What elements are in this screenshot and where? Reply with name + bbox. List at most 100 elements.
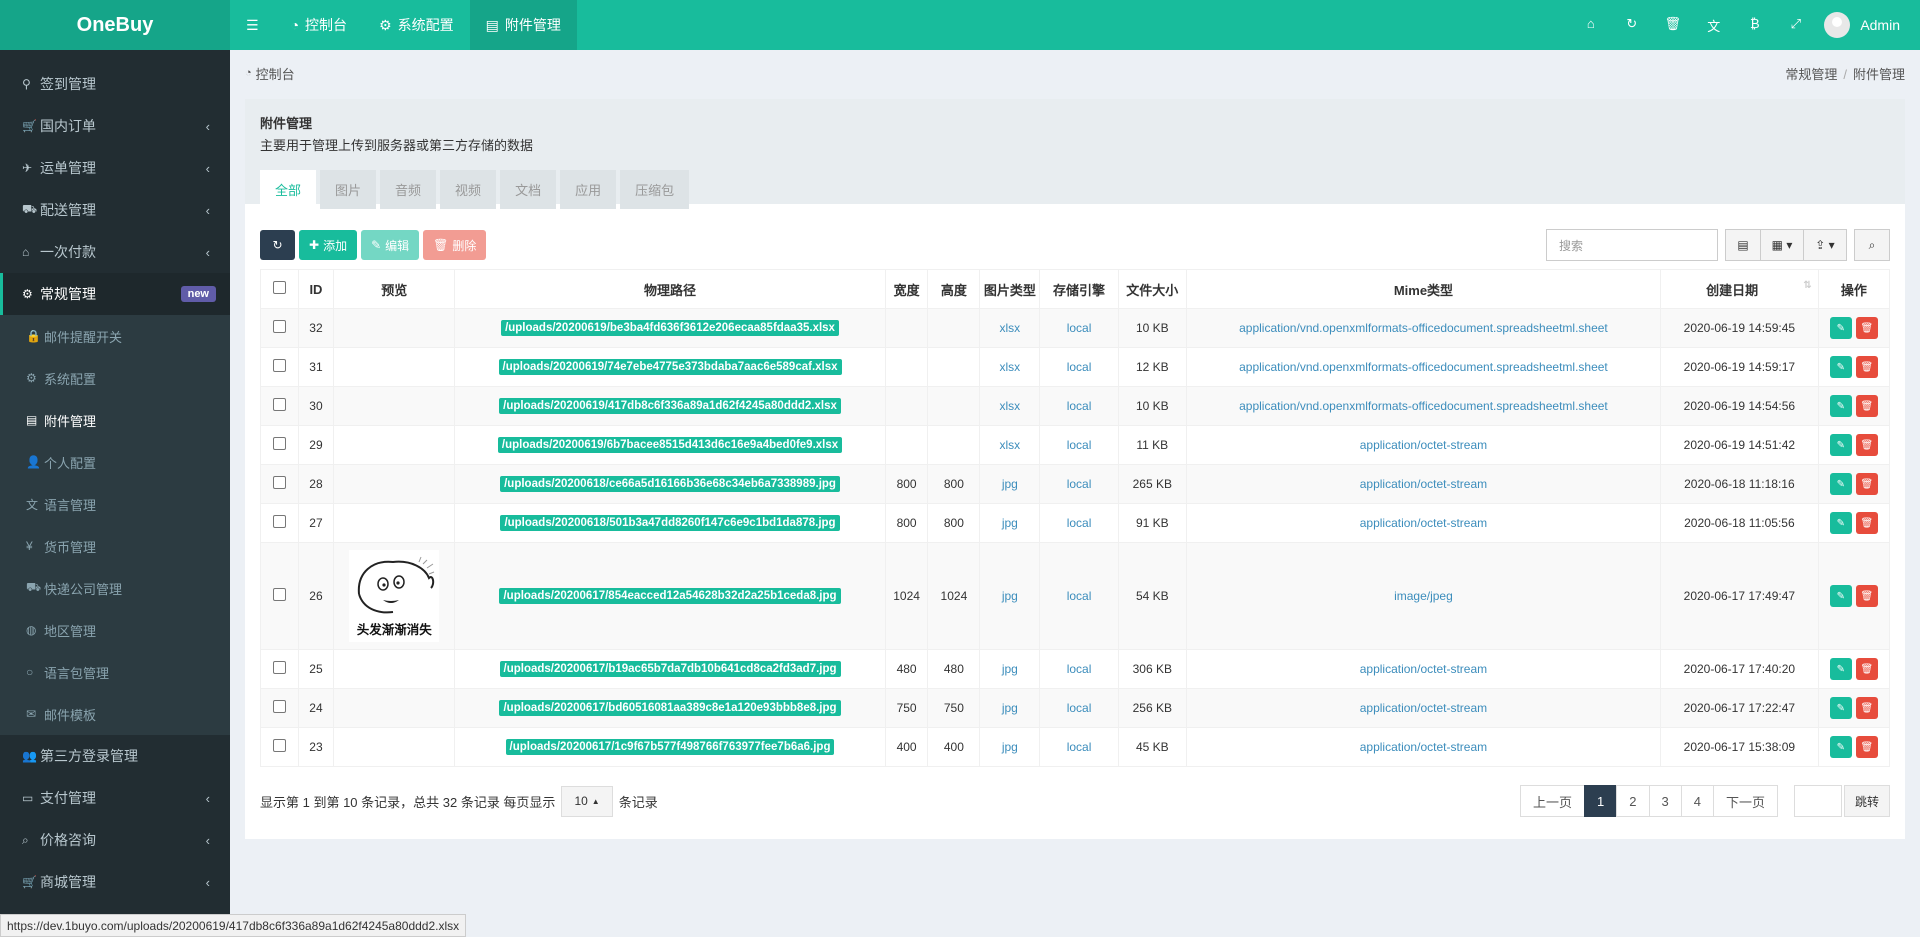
sidebar-item[interactable]: ⛟ 快递公司管理 bbox=[0, 567, 230, 609]
column-header[interactable]: 文件大小 bbox=[1117, 269, 1187, 309]
delete-button[interactable]: 🗑 删除 bbox=[423, 230, 487, 260]
row-select-cell[interactable] bbox=[260, 464, 299, 504]
breadcrumb-item-general[interactable]: 常规管理 bbox=[1785, 67, 1837, 82]
path-label[interactable]: /uploads/20200619/74e7ebe4775e373bdaba7a… bbox=[498, 359, 842, 375]
bitcoin-icon[interactable]: ₿ bbox=[1734, 16, 1775, 35]
delete-row-button[interactable]: 🗑 bbox=[1855, 736, 1878, 758]
app-logo[interactable]: OneBuy bbox=[0, 0, 230, 50]
table-row[interactable]: 23/uploads/20200617/1c9f67b577f498766f76… bbox=[260, 727, 1891, 767]
cell-preview[interactable] bbox=[333, 503, 456, 543]
mime-link[interactable]: application/octet-stream bbox=[1360, 438, 1487, 452]
tab-item[interactable]: 压缩包 bbox=[620, 170, 690, 209]
sidebar-item[interactable]: ⌂ 一次付款 ‹ bbox=[0, 231, 230, 273]
delete-row-button[interactable]: 🗑 bbox=[1855, 434, 1878, 456]
jump-page-input[interactable] bbox=[1793, 785, 1842, 817]
cell-preview[interactable] bbox=[333, 347, 456, 387]
row-select-cell[interactable] bbox=[260, 542, 299, 650]
cell-preview[interactable] bbox=[333, 308, 456, 348]
column-header[interactable]: 操作 bbox=[1817, 269, 1891, 309]
row-select-cell[interactable] bbox=[260, 425, 299, 465]
mime-link[interactable]: application/octet-stream bbox=[1360, 701, 1487, 715]
row-select-cell[interactable] bbox=[260, 347, 299, 387]
delete-row-button[interactable]: 🗑 bbox=[1855, 512, 1878, 534]
jump-button[interactable]: 跳转 bbox=[1843, 785, 1890, 817]
advanced-search-button[interactable]: ⌕ bbox=[1854, 229, 1890, 261]
add-button[interactable]: ✚ 添加 bbox=[299, 230, 358, 260]
path-label[interactable]: /uploads/20200617/854eacced12a54628b32d2… bbox=[499, 588, 841, 604]
edit-row-button[interactable]: ✎ bbox=[1829, 317, 1852, 339]
path-label[interactable]: /uploads/20200619/417db8c6f336a89a1d62f4… bbox=[499, 398, 841, 414]
avatar[interactable] bbox=[1824, 12, 1851, 38]
cell-preview[interactable]: 头发渐渐消失 bbox=[333, 542, 456, 650]
sidebar-item[interactable]: 🔒 邮件提醒开关 bbox=[0, 315, 230, 357]
type-link[interactable]: jpg bbox=[1002, 740, 1018, 754]
mime-link[interactable]: application/octet-stream bbox=[1360, 477, 1487, 491]
edit-row-button[interactable]: ✎ bbox=[1829, 658, 1852, 680]
refresh-icon[interactable]: ↻ bbox=[1611, 16, 1652, 35]
type-link[interactable]: jpg bbox=[1002, 477, 1018, 491]
table-row[interactable]: 27/uploads/20200618/501b3a47dd8260f147c6… bbox=[260, 503, 1891, 543]
type-link[interactable]: jpg bbox=[1002, 662, 1018, 676]
sidebar-item[interactable]: ⌕ 价格咨询 ‹ bbox=[0, 819, 230, 861]
columns-button[interactable]: ▦ ▾ bbox=[1760, 229, 1804, 261]
engine-link[interactable]: local bbox=[1067, 438, 1092, 452]
sidebar-item-partial[interactable] bbox=[0, 50, 230, 63]
sidebar-item[interactable]: ¥ 货币管理 bbox=[0, 525, 230, 567]
row-select-cell[interactable] bbox=[260, 649, 299, 689]
type-link[interactable]: xlsx bbox=[1000, 321, 1021, 335]
page-number-button[interactable]: 3 bbox=[1648, 785, 1682, 817]
tab-item[interactable]: 文档 bbox=[500, 170, 557, 209]
path-label[interactable]: /uploads/20200617/1c9f67b577f498766f7639… bbox=[505, 739, 835, 755]
select-all-checkbox[interactable] bbox=[272, 281, 286, 294]
admin-name[interactable]: Admin bbox=[1860, 17, 1900, 33]
cell-preview[interactable] bbox=[333, 727, 456, 767]
delete-row-button[interactable]: 🗑 bbox=[1855, 658, 1878, 680]
tab-item[interactable]: 图片 bbox=[320, 170, 377, 209]
mime-link[interactable]: application/vnd.openxmlformats-officedoc… bbox=[1239, 360, 1608, 374]
cell-preview[interactable] bbox=[333, 464, 456, 504]
search-input[interactable]: 搜索 bbox=[1546, 229, 1718, 261]
engine-link[interactable]: local bbox=[1067, 477, 1092, 491]
row-select-cell[interactable] bbox=[260, 727, 299, 767]
top-tab[interactable]: ▤ 附件管理 bbox=[469, 0, 577, 50]
sidebar-item[interactable]: 🛒 国内订单 ‹ bbox=[0, 105, 230, 147]
edit-row-button[interactable]: ✎ bbox=[1829, 434, 1852, 456]
next-page-button[interactable]: 下一页 bbox=[1712, 785, 1778, 817]
sidebar-item[interactable]: 🛒 商城管理 ‹ bbox=[0, 861, 230, 903]
edit-row-button[interactable]: ✎ bbox=[1829, 697, 1852, 719]
sidebar-item[interactable]: ⚲ 签到管理 bbox=[0, 63, 230, 105]
engine-link[interactable]: local bbox=[1067, 360, 1092, 374]
engine-link[interactable]: local bbox=[1067, 589, 1092, 603]
breadcrumb-home[interactable]: 控制台 bbox=[256, 64, 295, 83]
type-link[interactable]: jpg bbox=[1002, 701, 1018, 715]
sidebar-item[interactable]: 👤 个人配置 bbox=[0, 441, 230, 483]
top-tab[interactable]: ⚙ 系统配置 bbox=[363, 0, 470, 50]
language-icon[interactable]: 文 bbox=[1693, 16, 1734, 35]
tab-item[interactable]: 全部 bbox=[260, 170, 317, 209]
table-row[interactable]: 25/uploads/20200617/b19ac65b7da7db10b641… bbox=[260, 649, 1891, 689]
export-button[interactable]: ⇪ ▾ bbox=[1803, 229, 1847, 261]
toggle-view-button[interactable]: ▤ bbox=[1725, 229, 1761, 261]
cell-preview[interactable] bbox=[333, 386, 456, 426]
preview-thumbnail[interactable]: 头发渐渐消失 bbox=[349, 550, 440, 642]
sidebar-item[interactable]: ◍ 地区管理 bbox=[0, 609, 230, 651]
sidebar-item[interactable]: ⛟ 配送管理 ‹ bbox=[0, 189, 230, 231]
mime-link[interactable]: application/vnd.openxmlformats-officedoc… bbox=[1239, 321, 1608, 335]
engine-link[interactable]: local bbox=[1067, 321, 1092, 335]
path-label[interactable]: /uploads/20200617/b19ac65b7da7db10b641cd… bbox=[499, 661, 841, 677]
sidebar-item[interactable]: 文语言管理 bbox=[0, 483, 230, 525]
row-checkbox[interactable] bbox=[272, 437, 286, 450]
row-checkbox[interactable] bbox=[272, 588, 286, 601]
column-header[interactable]: 物理路径 bbox=[454, 269, 886, 309]
page-number-button[interactable]: 2 bbox=[1616, 785, 1650, 817]
engine-link[interactable]: local bbox=[1067, 701, 1092, 715]
cell-preview[interactable] bbox=[333, 649, 456, 689]
delete-row-button[interactable]: 🗑 bbox=[1855, 395, 1878, 417]
page-size-dropdown[interactable]: 10 ▲ bbox=[561, 785, 613, 817]
row-select-cell[interactable] bbox=[260, 688, 299, 728]
path-label[interactable]: /uploads/20200617/bd60516081aa389c8e1a12… bbox=[499, 700, 841, 716]
edit-row-button[interactable]: ✎ bbox=[1829, 585, 1852, 607]
type-link[interactable]: xlsx bbox=[1000, 438, 1021, 452]
column-header[interactable]: 预览 bbox=[333, 269, 456, 309]
column-header[interactable]: 图片类型 bbox=[979, 269, 1041, 309]
